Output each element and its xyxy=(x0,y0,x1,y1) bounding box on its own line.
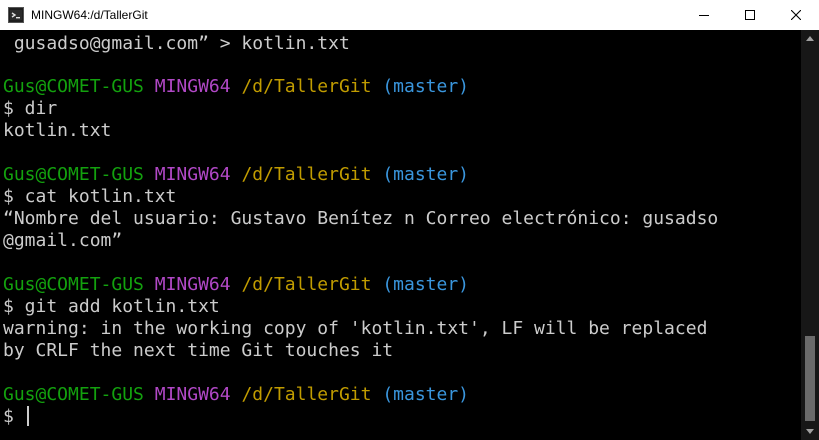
prompt-user: Gus@COMET-GUS xyxy=(3,274,144,295)
maximize-icon xyxy=(745,10,755,20)
prompt-line: Gus@COMET-GUS MINGW64 /d/TallerGit (mast… xyxy=(3,274,469,296)
scrollbar-thumb[interactable] xyxy=(805,336,815,421)
scroll-down-button[interactable] xyxy=(801,423,819,440)
prompt-user: Gus@COMET-GUS xyxy=(3,164,144,185)
prompt-path: /d/TallerGit xyxy=(241,384,372,405)
terminal-window: MINGW64:/d/TallerGit gusadso@gmail.com” … xyxy=(0,0,819,440)
prompt-env: MINGW64 xyxy=(154,384,231,405)
prompt-branch: (master) xyxy=(382,164,470,185)
prompt-branch: (master) xyxy=(382,274,470,295)
command-line: $ dir xyxy=(3,98,58,119)
title-bar[interactable]: MINGW64:/d/TallerGit xyxy=(0,0,819,30)
minimize-button[interactable] xyxy=(681,0,727,30)
prompt-path: /d/TallerGit xyxy=(241,164,372,185)
prompt-env: MINGW64 xyxy=(154,164,231,185)
command-line: $ cat kotlin.txt xyxy=(3,186,177,207)
minimize-icon xyxy=(699,15,709,16)
prompt-user: Gus@COMET-GUS xyxy=(3,76,144,97)
input-line[interactable]: $ xyxy=(3,406,29,428)
output-line: gusadso@gmail.com” > kotlin.txt xyxy=(3,33,350,54)
output-line: by CRLF the next time Git touches it xyxy=(3,340,394,361)
vertical-scrollbar[interactable] xyxy=(801,30,819,440)
prompt-branch: (master) xyxy=(382,384,470,405)
prompt-env: MINGW64 xyxy=(154,76,231,97)
window-title: MINGW64:/d/TallerGit xyxy=(31,8,148,22)
command-line: $ git add kotlin.txt xyxy=(3,296,220,317)
terminal-output[interactable]: gusadso@gmail.com” > kotlin.txt Gus@COME… xyxy=(0,30,801,440)
output-line: warning: in the working copy of 'kotlin.… xyxy=(3,318,708,339)
close-icon xyxy=(791,10,801,20)
prompt-path: /d/TallerGit xyxy=(241,274,372,295)
output-line: “Nombre del usuario: Gustavo Benítez n C… xyxy=(3,208,719,229)
chevron-up-icon xyxy=(806,36,814,41)
chevron-down-icon xyxy=(806,429,814,434)
output-line: @gmail.com” xyxy=(3,230,123,251)
mingw-terminal-icon xyxy=(8,7,24,23)
prompt-user: Gus@COMET-GUS xyxy=(3,384,144,405)
prompt-branch: (master) xyxy=(382,76,470,97)
prompt-line: Gus@COMET-GUS MINGW64 /d/TallerGit (mast… xyxy=(3,164,469,186)
command-input[interactable]: $ xyxy=(3,406,25,427)
scroll-up-button[interactable] xyxy=(801,30,819,47)
maximize-button[interactable] xyxy=(727,0,773,30)
prompt-path: /d/TallerGit xyxy=(241,76,372,97)
close-button[interactable] xyxy=(773,0,819,30)
text-cursor xyxy=(26,406,29,426)
prompt-line: Gus@COMET-GUS MINGW64 /d/TallerGit (mast… xyxy=(3,384,469,406)
output-line: kotlin.txt xyxy=(3,120,112,141)
prompt-env: MINGW64 xyxy=(154,274,231,295)
prompt-line: Gus@COMET-GUS MINGW64 /d/TallerGit (mast… xyxy=(3,76,469,98)
